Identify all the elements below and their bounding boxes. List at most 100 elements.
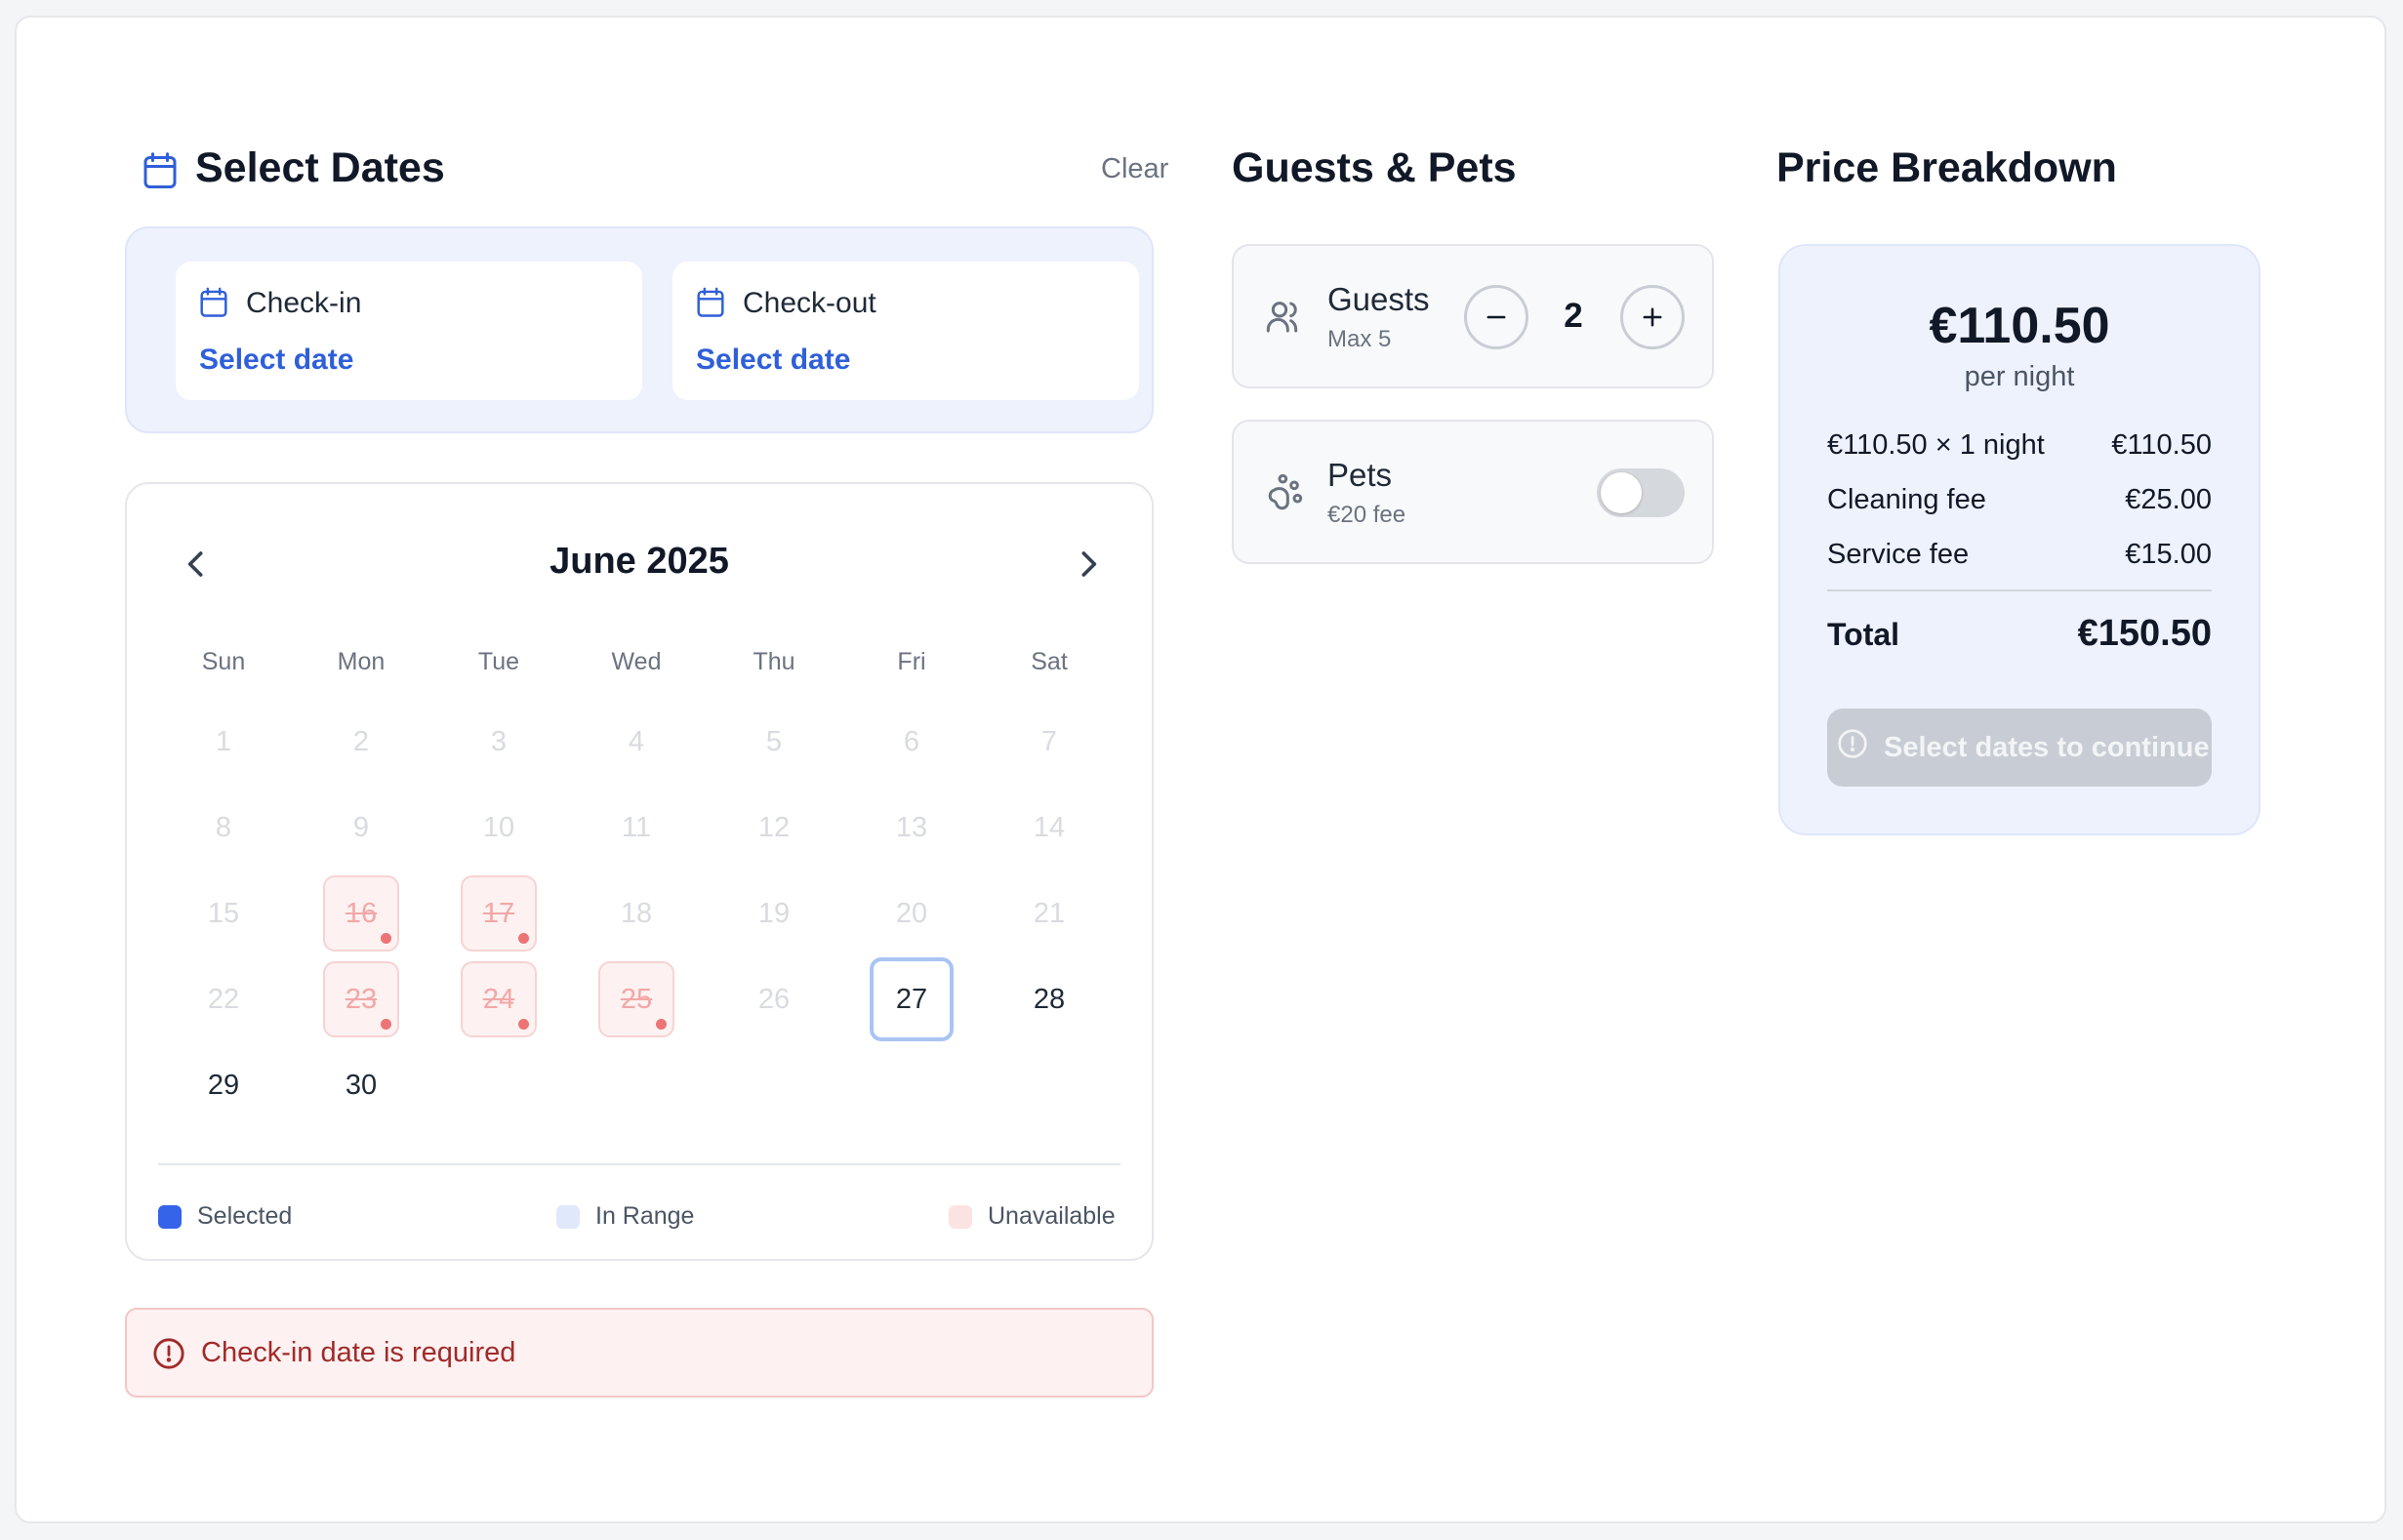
calendar-day: 9: [352, 811, 370, 843]
calendar-divider: [158, 1163, 1120, 1165]
calendar-month: June 2025: [550, 541, 729, 582]
guests-max: Max 5: [1327, 326, 1392, 352]
calendar-day-unavailable: 23: [323, 961, 399, 1037]
calendar-day-unavailable: 25: [598, 961, 674, 1037]
price-line: Cleaning fee €25.00: [1827, 484, 2212, 516]
users-icon: [1265, 297, 1304, 341]
price-line-label: Cleaning fee: [1827, 484, 1986, 515]
total-row: Total €150.50: [1827, 613, 2212, 655]
price-line: Service fee €15.00: [1827, 539, 2212, 571]
per-night-label: per night: [1964, 361, 2075, 392]
calendar-day: 15: [207, 897, 240, 929]
error-message: Check-in date is required: [201, 1337, 516, 1368]
calendar-day: 1: [215, 725, 232, 757]
calendar-icon: [143, 151, 178, 190]
weekday-header: Wed: [611, 648, 662, 675]
calendar-day: 5: [765, 725, 783, 757]
guest-count: 2: [1564, 297, 1583, 335]
weekday-header: Thu: [753, 648, 795, 675]
toggle-knob: [1601, 472, 1642, 513]
calendar-day[interactable]: 28: [1011, 961, 1087, 1037]
pets-label: Pets: [1327, 457, 1393, 493]
pets-card: Pets €20 fee: [1232, 420, 1714, 564]
continue-button[interactable]: Select dates to continue: [1827, 709, 2212, 787]
calendar-day: 18: [620, 897, 653, 929]
guests-pets-title: Guests & Pets: [1232, 144, 1517, 191]
calendar-day: 11: [621, 811, 652, 843]
check-in-label: Check-in: [246, 287, 362, 319]
alert-circle-icon: [1837, 728, 1868, 767]
price-card: €110.50 per night €110.50 × 1 night €110…: [1778, 244, 2260, 835]
weekday-header: Sun: [201, 648, 246, 675]
price-divider: [1827, 589, 2212, 591]
calendar-day: 22: [207, 983, 240, 1015]
weekday-header: Sat: [1031, 648, 1068, 675]
calendar-day: 4: [628, 725, 645, 757]
calendar-day-unavailable: 17: [461, 875, 537, 952]
price-line-label: €110.50 × 1 night: [1827, 429, 2045, 461]
total-value: €150.50: [2077, 613, 2212, 654]
chevron-right-icon: [1081, 551, 1097, 577]
legend-swatch-unavailable: [949, 1204, 972, 1229]
weekday-header: Fri: [897, 648, 926, 675]
calendar-day: 3: [490, 725, 508, 757]
nightly-price: €110.50: [1929, 298, 2110, 354]
calendar-day: 19: [757, 897, 791, 929]
calendar-day: 2: [352, 725, 370, 757]
calendar-day-unavailable: 24: [461, 961, 537, 1037]
calendar-icon: [199, 287, 228, 323]
error-alert: Check-in date is required: [125, 1308, 1154, 1398]
price-line-value: €15.00: [2125, 539, 2212, 570]
continue-button-label: Select dates to continue: [1884, 731, 2210, 763]
legend-unavailable: Unavailable: [949, 1202, 1116, 1231]
select-dates-title: Select Dates: [195, 144, 445, 191]
calendar-day: 20: [895, 897, 928, 929]
legend-label: Selected: [197, 1202, 293, 1230]
guests-card: Guests Max 5 2: [1232, 244, 1714, 388]
calendar: June 2025 Sun Mon Tue Wed Thu Fri Sat 12345678…: [125, 482, 1154, 1261]
calendar-day[interactable]: 30: [323, 1047, 399, 1123]
date-input-panel: Check-in Select date Check-out Select da…: [125, 226, 1154, 433]
plus-icon: [1643, 307, 1662, 327]
calendar-day: 8: [215, 811, 232, 843]
calendar-day: 14: [1033, 811, 1066, 843]
next-month-button[interactable]: [1066, 543, 1109, 586]
price-line-label: Service fee: [1827, 539, 1970, 570]
check-in-value: Select date: [199, 344, 354, 376]
weekday-header: Tue: [477, 648, 520, 675]
check-in-field[interactable]: Check-in Select date: [176, 262, 642, 400]
legend-label: In Range: [595, 1202, 695, 1230]
pets-fee: €20 fee: [1327, 502, 1406, 528]
price-line: €110.50 × 1 night €110.50: [1827, 429, 2212, 462]
calendar-day[interactable]: 29: [185, 1047, 262, 1123]
increment-guests-button[interactable]: [1620, 285, 1685, 349]
alert-circle-icon: [152, 1337, 185, 1375]
price-breakdown-title: Price Breakdown: [1776, 144, 2117, 191]
legend-swatch-selected: [158, 1204, 182, 1229]
legend-selected: Selected: [158, 1202, 292, 1231]
clear-button[interactable]: Clear: [1101, 153, 1168, 185]
calendar-icon: [696, 287, 725, 323]
legend-swatch-in-range: [556, 1204, 580, 1229]
decrement-guests-button[interactable]: [1464, 285, 1528, 349]
calendar-day: 13: [895, 811, 928, 843]
paw-icon: [1265, 472, 1304, 516]
check-out-field[interactable]: Check-out Select date: [672, 262, 1139, 400]
pets-toggle[interactable]: [1597, 468, 1685, 517]
legend-in-range: In Range: [556, 1202, 694, 1231]
weekday-header: Mon: [337, 648, 386, 675]
minus-icon: [1487, 315, 1506, 319]
calendar-day: 10: [482, 811, 515, 843]
calendar-day: 6: [903, 725, 920, 757]
legend-label: Unavailable: [988, 1202, 1116, 1230]
calendar-day: 7: [1040, 725, 1058, 757]
price-line-value: €25.00: [2125, 484, 2212, 515]
guests-label: Guests: [1327, 281, 1430, 317]
price-line-value: €110.50: [2111, 429, 2212, 461]
calendar-day-unavailable: 16: [323, 875, 399, 952]
total-label: Total: [1827, 617, 1900, 652]
check-out-label: Check-out: [743, 287, 876, 319]
calendar-day: 12: [757, 811, 791, 843]
calendar-day-today[interactable]: 27: [870, 957, 954, 1041]
check-out-value: Select date: [696, 344, 851, 376]
